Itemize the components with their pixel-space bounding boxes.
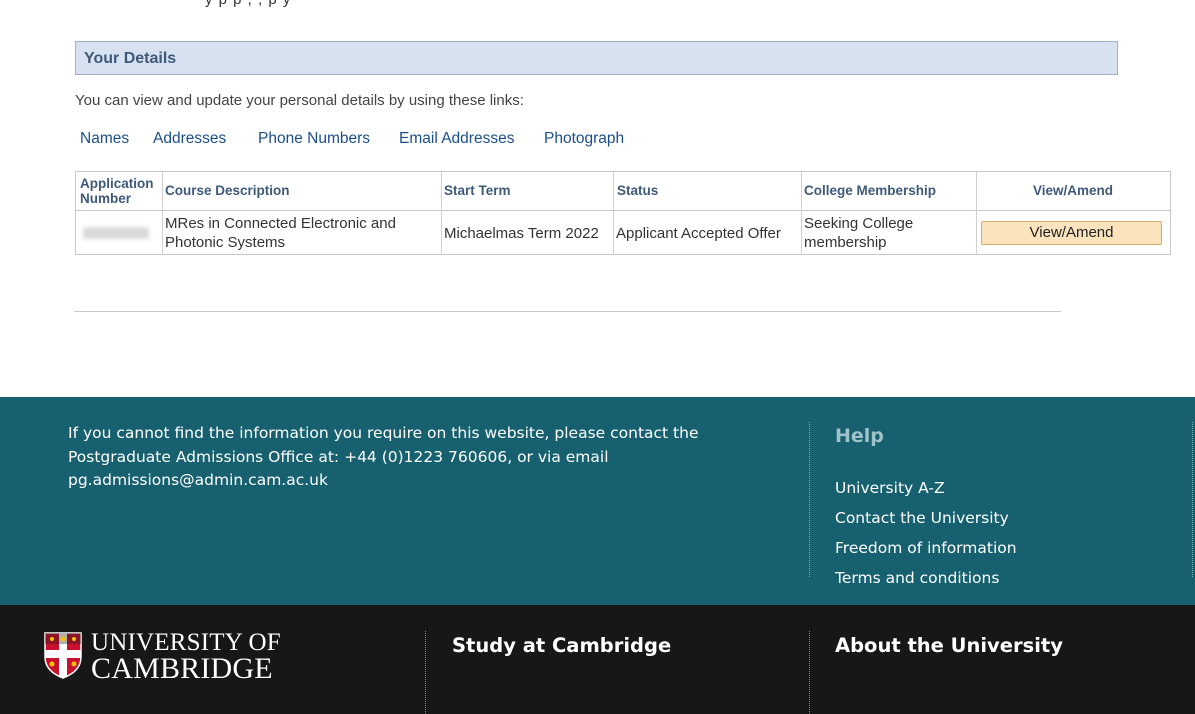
section-title: Your Details xyxy=(84,50,177,67)
redacted-application-number xyxy=(83,227,149,239)
help-heading: Help xyxy=(835,425,884,447)
link-phone-numbers[interactable]: Phone Numbers xyxy=(258,130,370,148)
link-contact-university[interactable]: Contact the University xyxy=(835,509,1009,527)
link-addresses[interactable]: Addresses xyxy=(153,130,226,148)
study-at-cambridge-heading: Study at Cambridge xyxy=(452,634,672,657)
course-line-2: Photonic Systems xyxy=(165,234,286,251)
footer-contact-band: If you cannot find the information you r… xyxy=(0,397,1195,605)
column-divider xyxy=(441,172,442,254)
link-freedom-of-information[interactable]: Freedom of information xyxy=(835,539,1017,557)
column-divider xyxy=(162,172,163,254)
your-details-header: Your Details xyxy=(75,41,1118,75)
details-intro-text: You can view and update your personal de… xyxy=(75,92,524,109)
header-view-amend: View/Amend xyxy=(1033,183,1114,198)
header-application-number: Application Number xyxy=(80,176,154,206)
header-start-term: Start Term xyxy=(444,183,511,198)
about-the-university-heading: About the University xyxy=(835,634,1063,657)
footer-divider xyxy=(1192,422,1193,577)
link-email-addresses[interactable]: Email Addresses xyxy=(399,130,514,148)
college-membership-cell: Seeking College membership xyxy=(804,214,913,252)
footer-divider xyxy=(425,631,426,714)
content-divider xyxy=(74,311,1061,312)
logo-line-2: CAMBRIDGE xyxy=(91,652,273,685)
header-course-description: Course Description xyxy=(165,183,290,198)
course-description-cell: MRes in Connected Electronic and Photoni… xyxy=(165,214,396,252)
link-names[interactable]: Names xyxy=(80,130,129,148)
column-divider xyxy=(613,172,614,254)
status-cell: Applicant Accepted Offer xyxy=(616,225,781,242)
applications-table: Application Number Course Description St… xyxy=(75,171,1171,255)
footer-divider xyxy=(809,422,810,577)
footer-contact-text: If you cannot find the information you r… xyxy=(68,424,699,489)
column-divider xyxy=(976,172,977,254)
link-terms-and-conditions[interactable]: Terms and conditions xyxy=(835,569,999,587)
column-divider xyxy=(801,172,802,254)
header-status: Status xyxy=(617,183,659,198)
link-photograph[interactable]: Photograph xyxy=(544,130,624,148)
cambridge-shield-icon xyxy=(44,632,82,679)
footer-dark-band: UNIVERSITY OF CAMBRIDGE Study at Cambrid… xyxy=(0,605,1195,714)
start-term-cell: Michaelmas Term 2022 xyxy=(444,225,599,242)
college-line-1: Seeking College xyxy=(804,215,914,232)
link-university-a-z[interactable]: University A-Z xyxy=(835,479,945,497)
view-amend-button[interactable]: View/Amend xyxy=(981,221,1162,245)
header-college-membership: College Membership xyxy=(804,183,937,198)
college-line-2: membership xyxy=(804,234,887,251)
clipped-top-text: y p p , , p y xyxy=(0,0,1195,26)
course-line-1: MRes in Connected Electronic and xyxy=(165,215,396,232)
university-logo[interactable]: UNIVERSITY OF CAMBRIDGE xyxy=(43,629,283,687)
footer-divider xyxy=(809,631,810,714)
